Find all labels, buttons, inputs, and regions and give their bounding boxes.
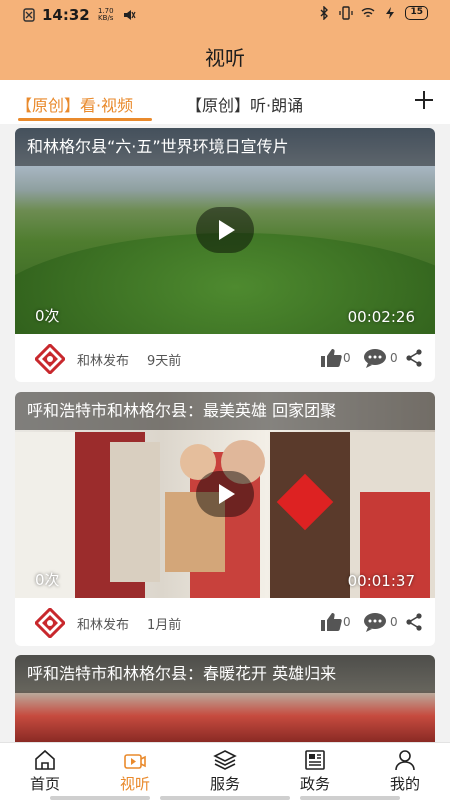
tab-original-recitation[interactable]: 【原创】听·朗诵 (186, 92, 303, 116)
page-title: 视听 (205, 46, 245, 70)
video-title: 呼和浩特市和林格尔县：最美英雄 回家团聚 (15, 392, 435, 430)
video-title: 呼和浩特市和林格尔县：春暖花开 英雄归来 (15, 655, 435, 693)
network-speed: 1.70 KB/s (96, 8, 116, 22)
nav-label: 服务 (209, 775, 240, 793)
mute-icon (123, 10, 136, 20)
nav-label: 首页 (29, 775, 60, 793)
comment-icon (364, 349, 386, 368)
app-header: 14:32 1.70 KB/s 15 视听 (0, 0, 450, 80)
user-icon (395, 750, 415, 771)
status-bar: 14:32 1.70 KB/s 15 (0, 0, 450, 30)
publisher-logo-icon (35, 344, 65, 374)
video-card[interactable]: 呼和浩特市和林格尔县：最美英雄 回家团聚 0次 00:01:37 和林发布 1月… (15, 392, 435, 646)
thumbs-up-icon (321, 349, 342, 367)
video-title: 和林格尔县“六·五”世界环境日宣传片 (15, 128, 435, 166)
nav-label: 视听 (119, 775, 150, 793)
video-meta: 和林发布 1月前 0 0 (15, 598, 435, 646)
publisher-name: 和林发布 (77, 354, 130, 369)
active-tab-indicator (18, 118, 152, 121)
gesture-bar (50, 796, 150, 800)
charging-icon (386, 7, 395, 19)
like-button[interactable]: 0 (320, 348, 351, 368)
video-card[interactable]: 呼和浩特市和林格尔县：春暖花开 英雄归来 (15, 655, 435, 742)
nav-label: 我的 (389, 775, 420, 793)
view-count: 0次 (35, 307, 60, 325)
like-count: 0 (343, 351, 351, 365)
view-count: 0次 (35, 571, 60, 589)
play-icon[interactable] (196, 471, 254, 517)
video-thumbnail[interactable]: 呼和浩特市和林格尔县：最美英雄 回家团聚 0次 00:01:37 (15, 392, 435, 598)
layers-icon (213, 750, 237, 770)
video-thumbnail[interactable]: 呼和浩特市和林格尔县：春暖花开 英雄归来 (15, 655, 435, 742)
play-icon[interactable] (196, 207, 254, 253)
status-time: 14:32 (42, 6, 90, 24)
nav-media[interactable]: 视听 (103, 749, 167, 794)
nav-services[interactable]: 服务 (193, 749, 257, 794)
battery-level: 15 (405, 6, 428, 20)
comment-button[interactable]: 0 (363, 348, 398, 368)
tab-original-video[interactable]: 【原创】看·视频 (16, 92, 133, 116)
like-count: 0 (343, 615, 351, 629)
newspaper-icon (305, 750, 325, 770)
comment-icon (364, 613, 386, 632)
publish-time: 1月前 (147, 618, 182, 633)
sim-card-icon (23, 8, 35, 22)
vibrate-icon (339, 6, 354, 20)
video-duration: 00:02:26 (347, 308, 415, 326)
video-meta: 和林发布 9天前 0 0 (15, 334, 435, 382)
add-channel-icon[interactable] (412, 88, 436, 112)
like-button[interactable]: 0 (320, 612, 351, 632)
nav-government[interactable]: 政务 (283, 749, 347, 794)
video-thumbnail[interactable]: 和林格尔县“六·五”世界环境日宣传片 0次 00:02:26 (15, 128, 435, 334)
video-duration: 00:01:37 (347, 572, 415, 590)
video-card[interactable]: 和林格尔县“六·五”世界环境日宣传片 0次 00:02:26 和林发布 9天前 … (15, 128, 435, 382)
share-icon[interactable] (405, 613, 423, 631)
nav-profile[interactable]: 我的 (373, 749, 437, 794)
home-icon (35, 749, 55, 770)
publisher-logo-icon (35, 608, 65, 638)
nav-label: 政务 (299, 775, 330, 793)
nav-home[interactable]: 首页 (13, 749, 77, 794)
category-tabs: 【原创】看·视频 【原创】听·朗诵 (0, 80, 450, 124)
bluetooth-icon (320, 6, 329, 20)
bottom-navigation: 首页 视听 服务 政务 我的 (0, 742, 450, 800)
thumbs-up-icon (321, 613, 342, 631)
publish-time: 9天前 (147, 354, 182, 369)
wifi-icon (362, 8, 375, 18)
video-icon (124, 754, 146, 769)
network-speed-unit: KB/s (98, 14, 114, 22)
comment-button[interactable]: 0 (363, 612, 398, 632)
share-icon[interactable] (405, 349, 423, 367)
gesture-bar (300, 796, 400, 800)
comment-count: 0 (390, 615, 398, 629)
comment-count: 0 (390, 351, 398, 365)
publisher-name: 和林发布 (77, 618, 130, 633)
gesture-bar (160, 796, 290, 800)
